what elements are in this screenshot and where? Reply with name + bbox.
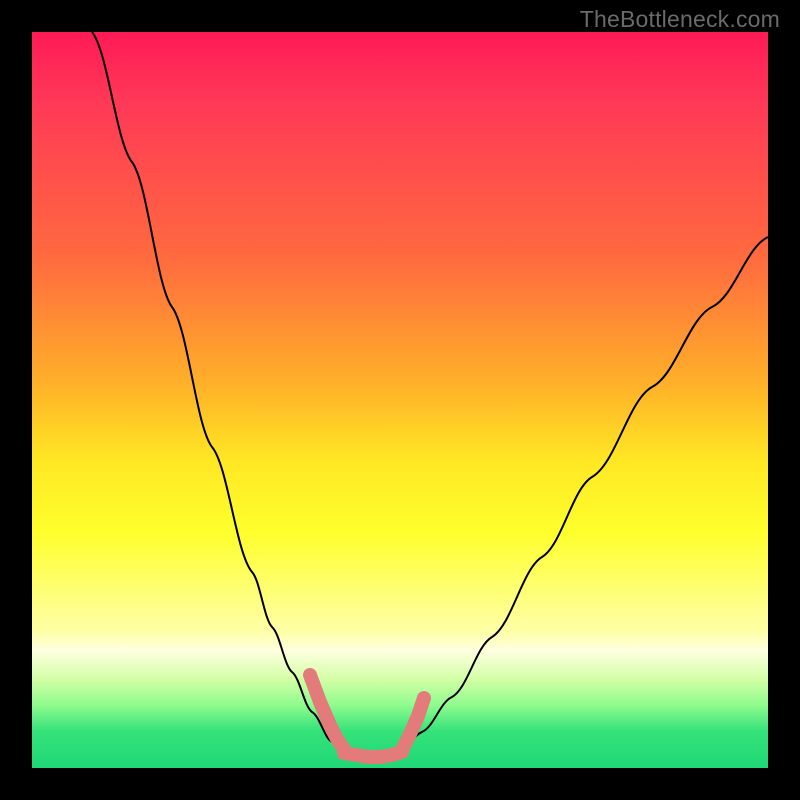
marker-segment-bottom — [344, 752, 402, 757]
marker-segment-right — [402, 698, 424, 750]
curves-svg — [32, 32, 768, 768]
curve-right-branch — [402, 237, 768, 750]
watermark-text: TheBottleneck.com — [580, 6, 780, 33]
chart-frame: TheBottleneck.com — [0, 0, 800, 800]
plot-area — [32, 32, 768, 768]
curve-left-branch — [92, 32, 340, 750]
